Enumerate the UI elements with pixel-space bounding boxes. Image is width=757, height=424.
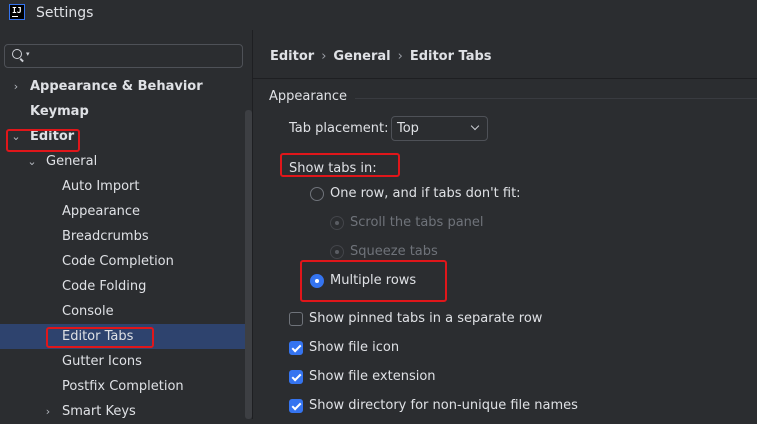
checkbox-show-file-extension[interactable] bbox=[289, 370, 303, 384]
tree-item-auto-import[interactable]: Auto Import bbox=[0, 174, 245, 199]
tree-item-label: Postfix Completion bbox=[62, 379, 184, 394]
settings-content: Editor › General › Editor Tabs Appearance Ta… bbox=[253, 30, 757, 419]
group-separator bbox=[355, 98, 757, 99]
radio-scroll-tabs-panel-label[interactable]: Scroll the tabs panel bbox=[350, 215, 484, 230]
tree-item-console[interactable]: Console bbox=[0, 299, 245, 324]
tree-item-label: Gutter Icons bbox=[62, 354, 142, 369]
chevron-down-icon bbox=[470, 121, 480, 131]
window-title: Settings bbox=[36, 5, 94, 21]
checkbox-show-file-icon[interactable] bbox=[289, 341, 303, 355]
breadcrumb-item[interactable]: General bbox=[333, 49, 390, 64]
tree-item-label: Code Completion bbox=[62, 254, 174, 269]
group-title: Appearance bbox=[269, 89, 348, 104]
radio-scroll-tabs-panel[interactable] bbox=[330, 216, 344, 230]
tree-item-code-completion[interactable]: Code Completion bbox=[0, 249, 245, 274]
checkbox-show-file-extension-label[interactable]: Show file extension bbox=[309, 369, 436, 384]
tab-placement-label: Tab placement: bbox=[289, 121, 389, 136]
chevron-right-icon[interactable]: › bbox=[10, 74, 22, 99]
highlight-box-show-tabs-in bbox=[280, 153, 400, 177]
breadcrumb-separator-icon: › bbox=[397, 49, 403, 64]
breadcrumb-separator-icon: › bbox=[321, 49, 327, 64]
tab-placement-select[interactable]: Top bbox=[391, 116, 488, 141]
title-bar: IJ Settings bbox=[0, 0, 757, 30]
checkbox-show-file-icon-label[interactable]: Show file icon bbox=[309, 340, 399, 355]
tree-item-label: Keymap bbox=[30, 104, 89, 119]
tree-item-postfix-completion[interactable]: Postfix Completion bbox=[0, 374, 245, 399]
search-input[interactable] bbox=[35, 46, 235, 66]
tree-item-label: Code Folding bbox=[62, 279, 147, 294]
settings-search[interactable]: ▾ bbox=[4, 44, 243, 68]
tree-item-label: Auto Import bbox=[62, 179, 140, 194]
tree-item-smart-keys[interactable]: › Smart Keys bbox=[0, 399, 245, 424]
settings-tree: › Appearance & Behavior Keymap ⌄ Editor … bbox=[0, 74, 245, 424]
highlight-box-multiple-rows bbox=[300, 260, 447, 302]
radio-squeeze-tabs-label[interactable]: Squeeze tabs bbox=[350, 244, 438, 259]
breadcrumb-item: Editor Tabs bbox=[409, 49, 492, 64]
checkbox-show-directory-label[interactable]: Show directory for non-unique file names bbox=[309, 398, 578, 413]
settings-sidebar: ▾ › Appearance & Behavior Keymap ⌄ Edito… bbox=[0, 30, 252, 419]
breadcrumb-item[interactable]: Editor bbox=[270, 49, 314, 64]
tree-item-label: Appearance bbox=[62, 204, 141, 219]
tree-item-appearance[interactable]: Appearance bbox=[0, 199, 245, 224]
tree-item-label: Appearance & Behavior bbox=[30, 79, 203, 94]
header-separator bbox=[253, 78, 757, 79]
tree-item-keymap[interactable]: Keymap bbox=[0, 99, 245, 124]
intellij-app-icon: IJ bbox=[9, 4, 25, 20]
tree-item-label: General bbox=[46, 154, 98, 169]
chevron-down-icon[interactable]: ⌄ bbox=[26, 149, 38, 174]
radio-one-row[interactable] bbox=[310, 187, 324, 201]
tree-item-general[interactable]: ⌄ General bbox=[0, 149, 245, 174]
highlight-box-editor-tabs bbox=[46, 327, 154, 348]
checkbox-pinned-tabs-label[interactable]: Show pinned tabs in a separate row bbox=[309, 311, 542, 326]
tree-item-label: Console bbox=[62, 304, 114, 319]
checkbox-show-directory[interactable] bbox=[289, 399, 303, 413]
checkbox-pinned-tabs-separate-row[interactable] bbox=[289, 312, 303, 326]
radio-squeeze-tabs[interactable] bbox=[330, 245, 344, 259]
tab-placement-value: Top bbox=[397, 121, 419, 136]
radio-one-row-label[interactable]: One row, and if tabs don't fit: bbox=[330, 186, 521, 201]
breadcrumb: Editor › General › Editor Tabs bbox=[270, 49, 492, 64]
tree-item-appearance-behavior[interactable]: › Appearance & Behavior bbox=[0, 74, 245, 99]
chevron-down-icon[interactable]: ▾ bbox=[26, 50, 30, 58]
chevron-right-icon[interactable]: › bbox=[42, 399, 54, 424]
tree-item-label: Breadcrumbs bbox=[62, 229, 149, 244]
tree-item-code-folding[interactable]: Code Folding bbox=[0, 274, 245, 299]
tree-item-breadcrumbs[interactable]: Breadcrumbs bbox=[0, 224, 245, 249]
sidebar-scrollbar[interactable] bbox=[245, 110, 252, 419]
tree-item-label: Smart Keys bbox=[62, 404, 136, 419]
tree-item-gutter-icons[interactable]: Gutter Icons bbox=[0, 349, 245, 374]
search-icon bbox=[12, 49, 22, 59]
highlight-box-editor bbox=[6, 129, 80, 152]
